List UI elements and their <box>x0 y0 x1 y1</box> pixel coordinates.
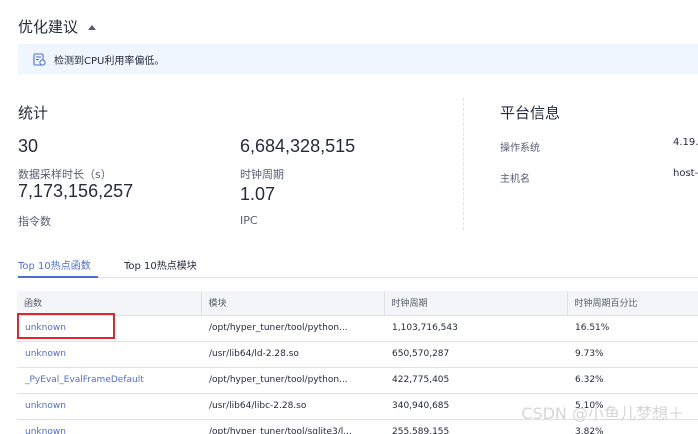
stats-title: 统计 <box>18 104 49 122</box>
function-link[interactable]: _PyEval_EvalFrameDefault <box>17 367 201 394</box>
cycles-cell: 422,775,405 <box>384 367 567 394</box>
tab-top10-modules[interactable]: Top 10热点模块 <box>124 257 197 272</box>
platform-title: 平台信息 <box>500 104 561 122</box>
csdn-watermark: CSDN @小鱼儿梦想＋ <box>521 404 684 423</box>
cycles-cell: 1,103,716,543 <box>384 315 567 342</box>
sample-duration-value: 30 <box>18 136 39 156</box>
suggestion-alert: 检测到CPU利用率偏低。 <box>18 44 698 74</box>
module-cell: /opt/hyper_tuner/tool/python... <box>201 315 384 342</box>
module-cell: /usr/lib64/libc-2.28.so <box>201 393 384 420</box>
module-cell: /opt/hyper_tuner/tool/sqlite3/l... <box>201 419 384 434</box>
hotspot-tabs: Top 10热点函数 Top 10热点模块 <box>18 252 698 278</box>
column-header-cycles-percent[interactable]: 时钟周期百分比 <box>567 291 698 316</box>
function-link[interactable]: unknown <box>17 341 201 368</box>
instructions-value: 7,173,156,257 <box>18 181 134 201</box>
column-header-module[interactable]: 模块 <box>201 291 385 316</box>
percent-cell: 9.73% <box>567 341 698 368</box>
os-value: 4.19. <box>673 137 698 148</box>
ipc-value: 1.07 <box>240 184 276 204</box>
table-header-row: 函数 模块 时钟周期 时钟周期百分比 <box>17 291 698 316</box>
tab-label: Top 10热点模块 <box>124 261 197 272</box>
column-header-cycles[interactable]: 时钟周期 <box>384 291 568 316</box>
clock-cycles-label: 时钟周期 <box>240 168 284 181</box>
table-row: _PyEval_EvalFrameDefault /opt/hyper_tune… <box>17 367 698 394</box>
table-row: unknown /opt/hyper_tuner/tool/python... … <box>17 315 698 342</box>
function-link[interactable]: unknown <box>17 393 201 420</box>
tab-top10-functions[interactable]: Top 10热点函数 <box>18 257 91 272</box>
module-cell: /opt/hyper_tuner/tool/python... <box>201 367 384 394</box>
os-label: 操作系统 <box>500 143 540 154</box>
suggestions-header[interactable]: 优化建议 <box>18 16 97 37</box>
percent-cell: 6.32% <box>567 367 698 394</box>
function-link[interactable]: unknown <box>17 419 201 434</box>
cycles-cell: 650,570,287 <box>384 341 567 368</box>
suggestions-title: 优化建议 <box>18 18 79 36</box>
tab-label: Top 10热点函数 <box>18 261 91 272</box>
column-header-function[interactable]: 函数 <box>17 291 202 316</box>
function-link[interactable]: unknown <box>17 315 201 342</box>
active-tab-indicator <box>18 276 98 278</box>
sample-duration-label: 数据采样时长（s） <box>18 168 112 181</box>
alert-text: 检测到CPU利用率偏低。 <box>54 55 165 67</box>
collapse-caret-icon[interactable] <box>88 24 97 30</box>
table-row: unknown /usr/lib64/ld-2.28.so 650,570,28… <box>17 341 698 368</box>
module-cell: /usr/lib64/ld-2.28.so <box>201 341 384 368</box>
clock-cycles-value: 6,684,328,515 <box>240 136 356 156</box>
hostname-value: host- <box>673 168 698 179</box>
ipc-label: IPC <box>240 214 258 227</box>
document-info-icon <box>32 52 46 66</box>
instructions-label: 指令数 <box>18 215 51 228</box>
section-divider <box>463 98 464 230</box>
hostname-label: 主机名 <box>500 174 530 185</box>
percent-cell: 16.51% <box>567 315 698 342</box>
